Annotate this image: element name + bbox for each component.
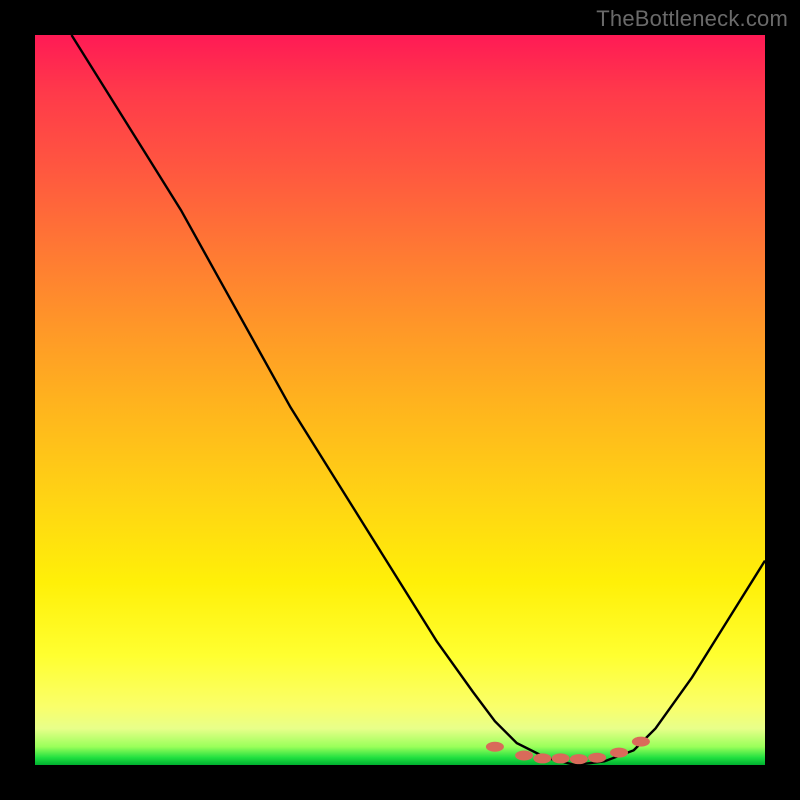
chart-svg [35, 35, 765, 765]
curve-marker [570, 754, 588, 764]
curve-marker [610, 748, 628, 758]
attribution-text: TheBottleneck.com [596, 6, 788, 32]
curve-marker [533, 753, 551, 763]
curve-marker [632, 737, 650, 747]
curve-marker [552, 753, 570, 763]
bottleneck-curve [72, 35, 766, 765]
chart-plot-area [35, 35, 765, 765]
curve-marker [588, 753, 606, 763]
curve-markers-group [486, 737, 650, 765]
curve-marker [486, 742, 504, 752]
curve-marker [515, 751, 533, 761]
